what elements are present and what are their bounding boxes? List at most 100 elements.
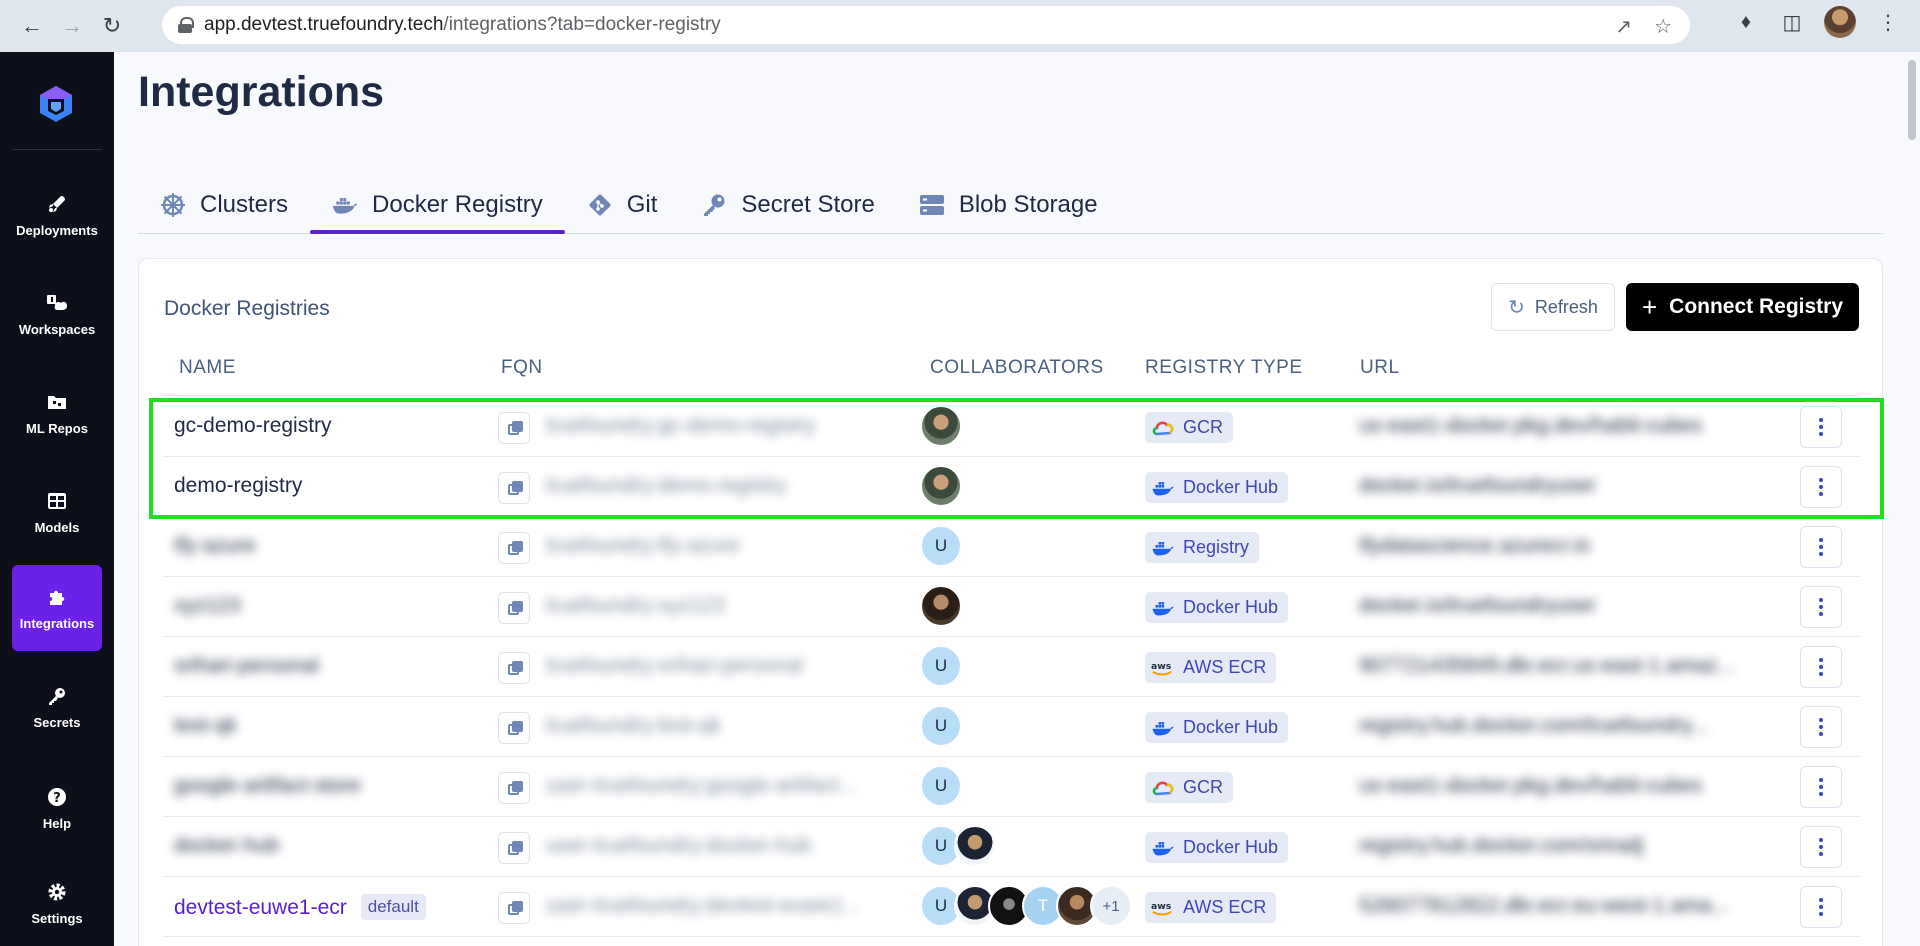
avatar: U: [920, 525, 962, 567]
copy-fqn-button[interactable]: [498, 892, 530, 924]
table-row[interactable]: gc-demo-registry truefoundry:gc-demo-reg…: [163, 397, 1860, 457]
registry-name[interactable]: test-qk: [174, 714, 237, 738]
column-header-registry-type: REGISTRY TYPE: [1145, 357, 1303, 378]
tab-label: Clusters: [200, 191, 289, 218]
tab-label: Blob Storage: [958, 191, 1098, 218]
registry-type-label: Docker Hub: [1183, 477, 1279, 497]
tab-docker-registry[interactable]: Docker Registry: [310, 178, 565, 234]
collaborators: U: [920, 645, 962, 687]
browser-menu-icon[interactable]: ⋮: [1874, 10, 1902, 35]
table-row[interactable]: demo-registry truefoundry:demo-registry …: [163, 457, 1860, 517]
table-row[interactable]: google-artifact-store user-truefoundry:g…: [163, 757, 1860, 817]
sidebar-item-secrets[interactable]: Secrets: [12, 664, 102, 750]
registry-name[interactable]: demo-registry: [174, 474, 302, 498]
sidebar-item-settings[interactable]: Settings: [12, 860, 102, 946]
copy-fqn-button[interactable]: [498, 592, 530, 624]
folder-icon: [46, 391, 68, 413]
registry-type-label: AWS ECR: [1183, 657, 1267, 677]
registry-url: registry.hub.docker.com/sriradj: [1359, 834, 1644, 857]
sidebar-item-models[interactable]: Models: [12, 469, 102, 555]
sidebar-item-ml-repos[interactable]: ML Repos: [12, 370, 102, 456]
side-panel-icon[interactable]: ◫: [1778, 10, 1806, 35]
refresh-button[interactable]: ↻ Refresh: [1491, 283, 1615, 331]
sidebar-item-integrations[interactable]: Integrations: [12, 565, 102, 651]
sidebar-item-label: Deployments: [16, 222, 98, 238]
sidebar-item-label: ML Repos: [26, 420, 88, 436]
registry-url: 526077812822.dkr.ecr.eu-west-1.ama...: [1359, 894, 1730, 917]
table-row[interactable]: srihari-personal truefoundry:srihari-per…: [163, 637, 1860, 697]
registry-type-label: Docker Hub: [1183, 597, 1279, 617]
aws-icon: aws: [1151, 658, 1175, 678]
tab-secret-store[interactable]: Secret Store: [679, 178, 896, 232]
registry-name[interactable]: tfy-azure: [174, 534, 256, 558]
registry-name-text[interactable]: devtest-euwe1-ecr: [174, 896, 347, 919]
bookmark-star-icon[interactable]: ☆: [1654, 14, 1672, 39]
sidebar-item-workspaces[interactable]: Workspaces: [12, 271, 102, 357]
connect-label: Connect Registry: [1669, 295, 1844, 318]
column-header-collaborators: COLLABORATORS: [930, 357, 1104, 378]
docker-icon: [1151, 478, 1175, 498]
registry-fqn: truefoundry:test-qk: [546, 714, 722, 737]
back-button[interactable]: ←: [12, 6, 52, 46]
registry-name[interactable]: srihari-personal: [174, 654, 319, 678]
registry-name[interactable]: gc-demo-registry: [174, 414, 332, 438]
row-menu-button[interactable]: [1800, 886, 1842, 928]
sidebar-item-help[interactable]: ? Help: [12, 765, 102, 851]
card-title: Docker Registries: [164, 297, 330, 320]
tab-clusters[interactable]: Clusters: [138, 178, 310, 232]
copy-fqn-button[interactable]: [498, 712, 530, 744]
table-row[interactable]: test-qk truefoundry:test-qk U Docker Hub…: [163, 697, 1860, 757]
table-row[interactable]: docker-hub user-truefoundry:docker-hub U…: [163, 817, 1860, 877]
browser-toolbar: ← → ↻ app.devtest.truefoundry.tech/integ…: [0, 0, 1920, 52]
truefoundry-logo[interactable]: [36, 84, 76, 124]
profile-avatar[interactable]: [1824, 6, 1856, 38]
registry-fqn: truefoundry:tfy-azure: [546, 534, 740, 557]
row-menu-button[interactable]: [1800, 646, 1842, 688]
tab-blob-storage[interactable]: Blob Storage: [897, 178, 1120, 232]
copy-fqn-button[interactable]: [498, 652, 530, 684]
forward-button[interactable]: →: [52, 6, 92, 46]
share-icon[interactable]: ↗: [1615, 14, 1632, 39]
row-menu-button[interactable]: [1800, 826, 1842, 868]
registry-name[interactable]: docker-hub: [174, 834, 279, 858]
registry-url: 907721435849.dkr.ecr.us-east-1.amaz...: [1359, 654, 1735, 677]
extensions-icon[interactable]: ♦: [1732, 11, 1760, 34]
page-scrollbar[interactable]: [1908, 60, 1916, 140]
tab-label: Secret Store: [741, 191, 875, 218]
registry-fqn: truefoundry:srihari-personal: [546, 654, 803, 677]
row-menu-button[interactable]: [1800, 766, 1842, 808]
more-collaborators-badge[interactable]: +1: [1090, 885, 1132, 927]
table-row[interactable]: xyz123 truefoundry:xyz123 Docker Hub doc…: [163, 577, 1860, 637]
registry-fqn: user-truefoundry:google-artifact...: [546, 774, 857, 797]
row-menu-button[interactable]: [1800, 526, 1842, 568]
registry-name[interactable]: google-artifact-store: [174, 774, 361, 798]
registry-type-label: AWS ECR: [1183, 897, 1267, 917]
page-title: Integrations: [138, 68, 385, 116]
registry-name[interactable]: devtest-euwe1-ecr default: [174, 894, 426, 920]
plus-icon: +: [1641, 291, 1658, 322]
row-menu-button[interactable]: [1800, 406, 1842, 448]
registry-type-badge: Docker Hub: [1145, 832, 1289, 863]
tab-git[interactable]: Git: [565, 178, 680, 232]
registry-name[interactable]: xyz123: [174, 594, 241, 618]
svg-text:aws: aws: [1151, 900, 1172, 911]
copy-fqn-button[interactable]: [498, 472, 530, 504]
copy-fqn-button[interactable]: [498, 832, 530, 864]
header-divider: [163, 395, 1860, 396]
copy-fqn-button[interactable]: [498, 412, 530, 444]
sidebar-item-deployments[interactable]: Deployments: [12, 172, 102, 258]
column-header-fqn: FQN: [501, 357, 543, 378]
row-menu-button[interactable]: [1800, 466, 1842, 508]
connect-registry-button[interactable]: + Connect Registry: [1626, 283, 1859, 331]
table-row[interactable]: devtest-euwe1-ecr default user-truefoundr…: [163, 877, 1860, 937]
copy-fqn-button[interactable]: [498, 772, 530, 804]
copy-fqn-button[interactable]: [498, 532, 530, 564]
reload-button[interactable]: ↻: [92, 6, 132, 46]
address-bar[interactable]: app.devtest.truefoundry.tech/integration…: [162, 6, 1690, 44]
row-menu-button[interactable]: [1800, 706, 1842, 748]
table-row[interactable]: tfy-azure truefoundry:tfy-azure U Regist…: [163, 517, 1860, 577]
docker-registries-card: Docker Registries ↻ Refresh + Connect Re…: [138, 258, 1883, 946]
row-menu-button[interactable]: [1800, 586, 1842, 628]
registry-type-badge: Docker Hub: [1145, 472, 1289, 503]
svg-text:aws: aws: [1151, 660, 1172, 671]
